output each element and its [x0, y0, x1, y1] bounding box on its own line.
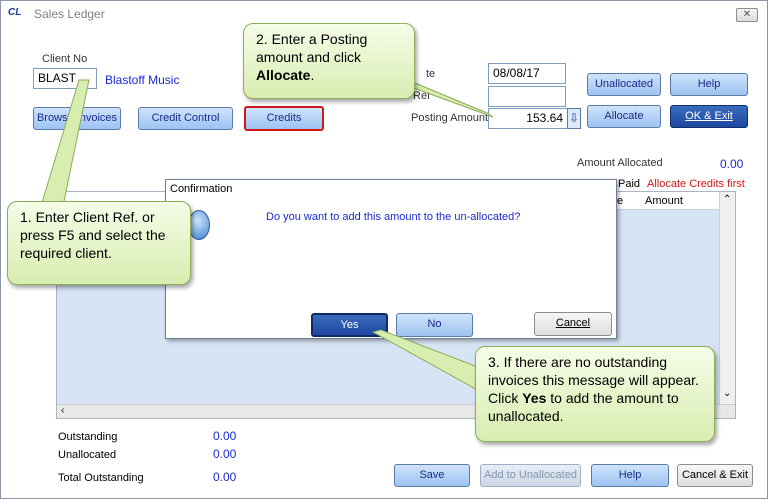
grid-paid-header: Paid: [618, 178, 641, 190]
ok-exit-button[interactable]: OK & Exit: [670, 105, 748, 128]
amount-allocated-label: Amount Allocated: [577, 157, 663, 169]
browse-invoices-button[interactable]: Browse Invoices: [33, 107, 121, 130]
unallocated-value: 0.00: [213, 447, 237, 461]
app-logo-icon: CL: [8, 7, 22, 18]
callout-step2-bold: Allocate: [256, 67, 311, 83]
grid-amount-header: Amount: [645, 195, 683, 207]
sales-ledger-window: CL Sales Ledger ✕ Client No BLAST Blasto…: [0, 0, 768, 499]
scroll-left-icon[interactable]: ‹: [61, 405, 64, 416]
callout-step2: 2. Enter a Posting amount and click Allo…: [243, 23, 415, 99]
posting-amount-label: Posting Amount: [411, 112, 489, 124]
scroll-up-icon[interactable]: ⌃: [723, 194, 731, 205]
amount-allocated-value: 0.00: [720, 157, 744, 171]
allocate-button[interactable]: Allocate: [587, 105, 661, 128]
outstanding-label: Outstanding: [58, 431, 118, 443]
save-button[interactable]: Save: [394, 464, 470, 487]
ref-input[interactable]: [488, 86, 566, 107]
window-title: Sales Ledger: [34, 7, 105, 21]
ref-label: Ref: [413, 90, 431, 102]
posting-amount-input[interactable]: 153.64: [488, 108, 568, 129]
add-to-unallocated-button[interactable]: Add to Unallocated: [480, 464, 581, 487]
grid-col-e: e: [617, 195, 624, 207]
callout-step3-bold: Yes: [522, 390, 547, 406]
callout-step2-text: 2. Enter a Posting amount and click: [256, 31, 368, 65]
scroll-down-icon[interactable]: ⌄: [723, 388, 731, 399]
dialog-cancel-button[interactable]: Cancel: [534, 312, 612, 336]
confirmation-dialog: Confirmation Do you want to add this amo…: [165, 179, 617, 339]
dialog-no-button[interactable]: No: [396, 313, 473, 337]
client-no-input[interactable]: BLAST: [33, 68, 97, 89]
callout-step1: 1. Enter Client Ref. or press F5 and sel…: [7, 201, 191, 285]
callout-step3: 3. If there are no outstanding invoices …: [475, 346, 715, 442]
posting-amount-dropdown-icon[interactable]: ⇩: [567, 108, 581, 129]
date-input[interactable]: 08/08/17: [488, 63, 566, 84]
allocate-credits-first: Allocate Credits first: [647, 178, 745, 190]
total-outstanding-value: 0.00: [213, 470, 237, 484]
help-bottom-button[interactable]: Help: [591, 464, 669, 487]
dialog-yes-button[interactable]: Yes: [311, 313, 388, 337]
dialog-message: Do you want to add this amount to the un…: [266, 211, 521, 223]
client-no-label: Client No: [42, 53, 88, 65]
outstanding-value: 0.00: [213, 429, 237, 443]
unallocated-button[interactable]: Unallocated: [587, 73, 661, 96]
callout1-pointer: [40, 79, 90, 207]
credits-button[interactable]: Credits: [244, 106, 324, 131]
close-button[interactable]: ✕: [736, 8, 758, 22]
grid-vertical-scrollbar[interactable]: ⌃ ⌄: [719, 192, 735, 406]
client-name: Blastoff Music: [105, 73, 180, 87]
date-label: te: [426, 68, 436, 80]
unallocated-label: Unallocated: [58, 449, 117, 461]
callout-step1-text: 1. Enter Client Ref. or press F5 and sel…: [20, 209, 166, 261]
dialog-title: Confirmation: [170, 183, 233, 195]
cancel-exit-button[interactable]: Cancel & Exit: [677, 464, 753, 487]
total-outstanding-label: Total Outstanding: [58, 472, 144, 484]
credit-control-button[interactable]: Credit Control: [138, 107, 233, 130]
help-top-button[interactable]: Help: [670, 73, 748, 96]
question-icon: [188, 210, 210, 240]
